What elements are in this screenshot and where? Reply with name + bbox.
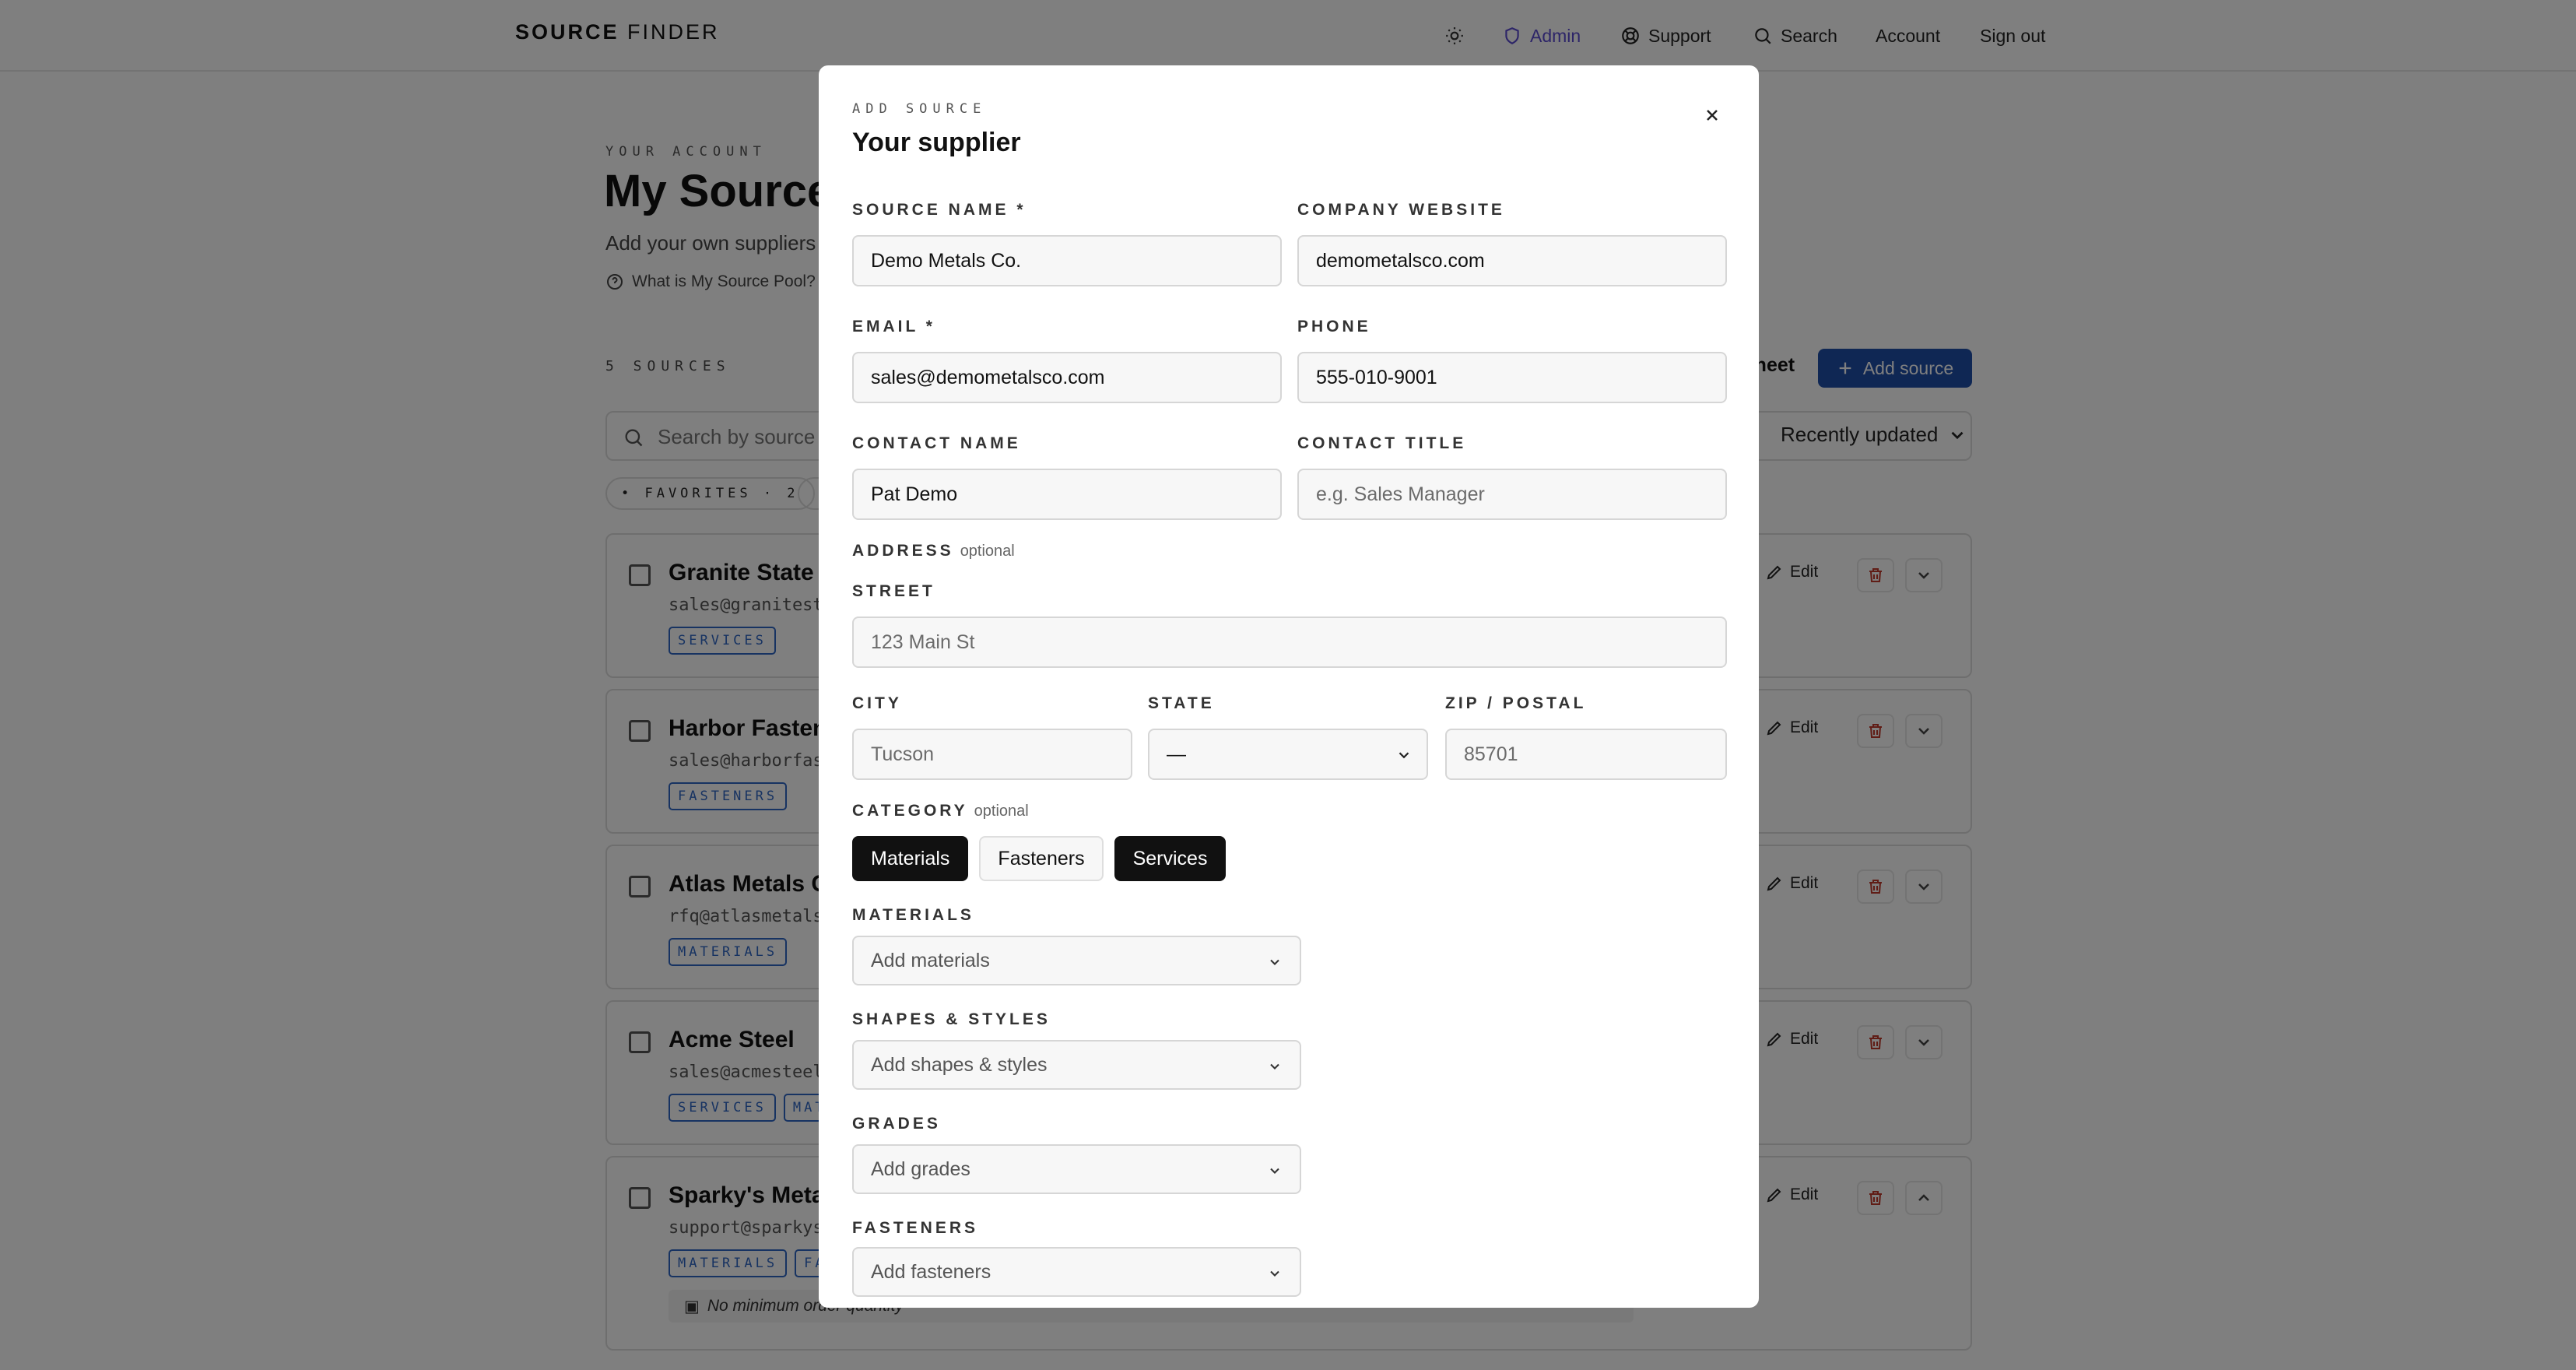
fasteners-select[interactable]: Add fasteners — [852, 1247, 1301, 1297]
street-label: STREET — [852, 582, 935, 600]
state-label: STATE — [1148, 694, 1215, 712]
category-section-label: CATEGORY optional — [852, 802, 1029, 820]
category-fasteners-toggle[interactable]: Fasteners — [979, 836, 1104, 881]
grades-select[interactable]: Add grades — [852, 1144, 1301, 1194]
zip-label: ZIP / POSTAL — [1445, 694, 1587, 712]
add-source-modal: ADD SOURCE Your supplier SOURCE NAME * D… — [819, 65, 1759, 1308]
source-name-label: SOURCE NAME * — [852, 201, 1027, 219]
modal-eyebrow: ADD SOURCE — [852, 101, 987, 117]
materials-label: MATERIALS — [852, 906, 974, 924]
optional-hint: optional — [974, 803, 1029, 820]
city-label: CITY — [852, 694, 902, 712]
zip-input[interactable]: 85701 — [1445, 729, 1727, 780]
state-select[interactable]: — — [1148, 729, 1428, 780]
category-toggle-group: Materials Fasteners Services — [852, 836, 1227, 881]
fasteners-label: FASTENERS — [852, 1219, 979, 1237]
contact-title-input[interactable]: e.g. Sales Manager — [1297, 469, 1727, 520]
contact-name-label: CONTACT NAME — [852, 434, 1021, 452]
chevron-down-icon — [1399, 752, 1409, 759]
contact-title-label: CONTACT TITLE — [1297, 434, 1467, 452]
grades-label: GRADES — [852, 1115, 941, 1133]
chevron-down-icon — [1270, 959, 1279, 965]
state-select-value: — — [1167, 743, 1186, 765]
category-materials-toggle[interactable]: Materials — [852, 836, 969, 881]
modal-title: Your supplier — [852, 128, 1021, 157]
category-services-toggle[interactable]: Services — [1114, 836, 1227, 881]
city-input[interactable]: Tucson — [852, 729, 1132, 780]
email-label: EMAIL * — [852, 318, 935, 335]
company-website-label: COMPANY WEBSITE — [1297, 201, 1505, 219]
materials-select[interactable]: Add materials — [852, 936, 1301, 985]
optional-hint: optional — [960, 543, 1015, 560]
street-input[interactable]: 123 Main St — [852, 616, 1727, 668]
close-button[interactable] — [1697, 100, 1728, 131]
phone-label: PHONE — [1297, 318, 1371, 335]
shapes-styles-label: SHAPES & STYLES — [852, 1010, 1051, 1028]
shapes-styles-select[interactable]: Add shapes & styles — [852, 1040, 1301, 1090]
chevron-down-icon — [1270, 1168, 1279, 1174]
contact-name-input[interactable]: Pat Demo — [852, 469, 1282, 520]
chevron-down-icon — [1270, 1063, 1279, 1070]
chevron-down-icon — [1270, 1270, 1279, 1277]
email-input[interactable]: sales@demometalsco.com — [852, 352, 1282, 403]
source-name-input[interactable]: Demo Metals Co. — [852, 235, 1282, 286]
address-section-label: ADDRESS optional — [852, 542, 1015, 560]
company-website-input[interactable]: demometalsco.com — [1297, 235, 1727, 286]
phone-input[interactable]: 555-010-9001 — [1297, 352, 1727, 403]
close-icon — [1707, 110, 1718, 121]
